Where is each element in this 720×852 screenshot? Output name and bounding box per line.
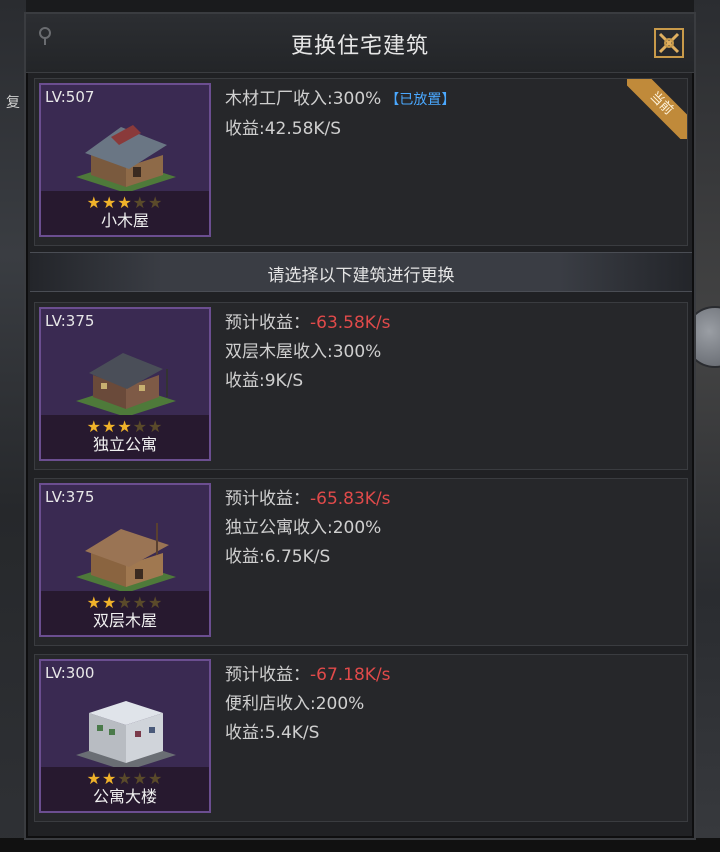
current-building-card: LV:507 ★★★★★ 小木屋 木材工厂收入:300% 【已放置】 收益:42.… [34, 78, 688, 246]
building-thumbnail: LV:375 ★★★★★ 独立公寓 [39, 307, 211, 461]
expected-income-label: 预计收益： [225, 489, 310, 509]
section-divider: 请选择以下建筑进行更换 [30, 252, 692, 292]
background-right-edge [694, 0, 720, 852]
background-bottom-edge [0, 838, 720, 852]
income-text: 收益:42.58K/S [225, 119, 342, 139]
expected-income-label: 预计收益： [225, 313, 310, 333]
expected-income-line: 预计收益：-65.83K/s [225, 485, 391, 514]
divider-text: 请选择以下建筑进行更换 [267, 266, 455, 286]
building-option-card[interactable]: LV:300 ★★★★★ 公寓大楼 预计收益：-67.18K/s 便利店收入:2… [34, 654, 688, 822]
building-name: 小木屋 [100, 211, 149, 230]
building-option-card[interactable]: LV:375 ★★★★★ 双层木屋 预计收益：-65.83K/s 独立公寓收入:… [34, 478, 688, 646]
building-name-bar: ★★★★★ 双层木屋 [41, 591, 209, 635]
dialog-header: 更换住宅建筑 [26, 14, 694, 73]
building-level: LV:507 [45, 88, 95, 106]
building-info: 预计收益：-63.58K/s 双层木屋收入:300% 收益:9K/S [225, 309, 391, 396]
close-icon[interactable] [652, 26, 686, 60]
bonus-text: 便利店收入:200% [225, 694, 365, 714]
income-text: 收益:6.75K/S [225, 547, 331, 567]
expected-income-value: -63.58K/s [310, 313, 391, 333]
building-option-card[interactable]: LV:375 ★★★★★ 独立公寓 预计收益：-63.58K/s 双层木屋收入:… [34, 302, 688, 470]
building-thumbnail: LV:375 ★★★★★ 双层木屋 [39, 483, 211, 637]
expected-income-line: 预计收益：-67.18K/s [225, 661, 391, 690]
bonus-text: 双层木屋收入:300% [225, 342, 382, 362]
replace-building-dialog: 更换住宅建筑 LV:507 ★★★★★ 小木屋 木材工厂收入:300% 【已放置… [24, 12, 696, 840]
dialog-title: 更换住宅建筑 [290, 34, 429, 59]
building-thumbnail: LV:507 ★★★★★ 小木屋 [39, 83, 211, 237]
building-name-bar: ★★★★★ 小木屋 [41, 191, 209, 235]
building-name: 双层木屋 [92, 611, 157, 630]
expected-income-label: 预计收益： [225, 665, 310, 685]
building-name-bar: ★★★★★ 独立公寓 [41, 415, 209, 459]
bonus-line: 木材工厂收入:300% 【已放置】 [225, 85, 455, 115]
apartment-building-icon [76, 353, 176, 417]
expected-income-value: -65.83K/s [310, 489, 391, 509]
building-name: 独立公寓 [92, 435, 157, 454]
building-name-bar: ★★★★★ 公寓大楼 [41, 767, 209, 811]
income-text: 收益:5.4K/S [225, 723, 320, 743]
current-ribbon: 当前 [627, 79, 687, 139]
apartment-tower-icon [76, 701, 176, 771]
background-side-label: 复 [6, 95, 20, 111]
building-name: 公寓大楼 [92, 787, 157, 806]
cabin-building-icon [76, 125, 176, 193]
bonus-text: 木材工厂收入:300% [225, 89, 382, 109]
building-info: 预计收益：-67.18K/s 便利店收入:200% 收益:5.4K/S [225, 661, 391, 748]
placed-badge: 【已放置】 [385, 92, 456, 108]
income-text: 收益:9K/S [225, 371, 304, 391]
expected-income-line: 预计收益：-63.58K/s [225, 309, 391, 338]
building-level: LV:375 [45, 488, 95, 506]
background-left-edge [0, 0, 26, 852]
current-ribbon-label: 当前 [627, 79, 687, 139]
building-thumbnail: LV:300 ★★★★★ 公寓大楼 [39, 659, 211, 813]
expected-income-value: -67.18K/s [310, 665, 391, 685]
building-info: 木材工厂收入:300% 【已放置】 收益:42.58K/S [225, 85, 455, 144]
bonus-text: 独立公寓收入:200% [225, 518, 382, 538]
two-story-cabin-icon [76, 523, 176, 593]
building-level: LV:300 [45, 664, 95, 682]
building-info: 预计收益：-65.83K/s 独立公寓收入:200% 收益:6.75K/S [225, 485, 391, 572]
building-level: LV:375 [45, 312, 95, 330]
